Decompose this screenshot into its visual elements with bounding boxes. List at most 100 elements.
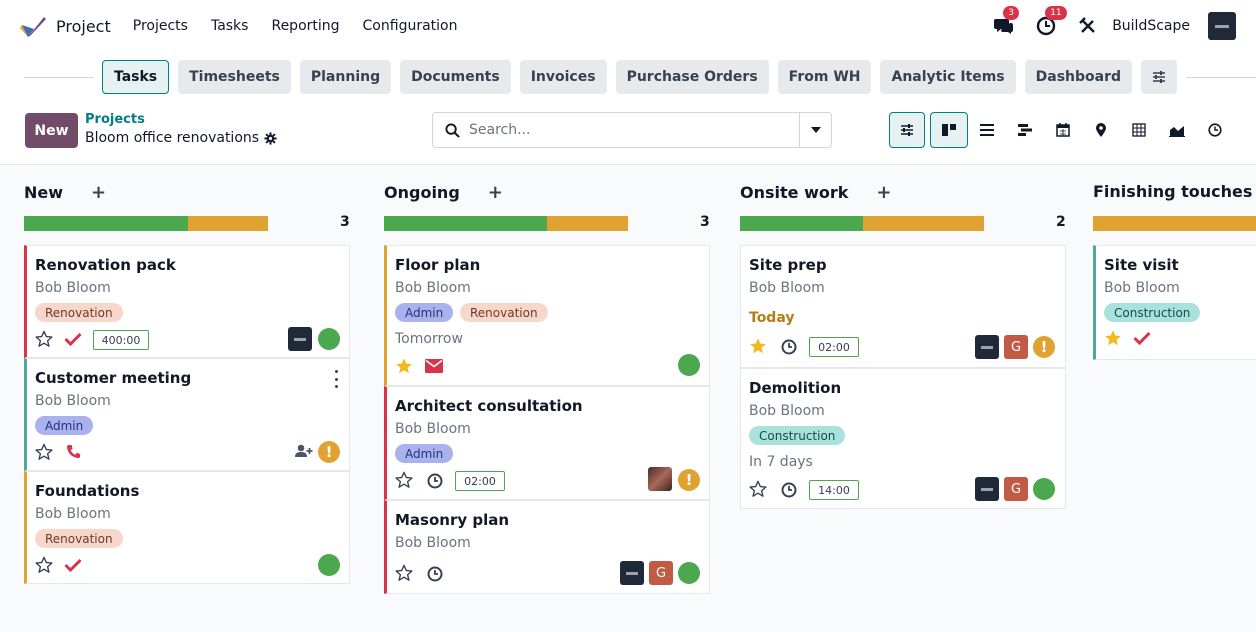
column-progress-bar[interactable] [740, 216, 984, 231]
tab-dashboard[interactable]: Dashboard [1024, 60, 1133, 94]
search-options-toggle[interactable] [799, 113, 831, 147]
deadline-badge[interactable]: 400:00 [93, 330, 149, 350]
progress-in-progress[interactable] [863, 216, 984, 231]
status-blocked-icon[interactable]: ! [678, 469, 700, 491]
quick-create-button[interactable]: + [91, 182, 106, 203]
new-button[interactable]: New [25, 113, 78, 148]
menu-tasks[interactable]: Tasks [211, 18, 249, 34]
check-icon[interactable] [64, 332, 82, 346]
filters-toggle[interactable] [889, 112, 925, 148]
clock-icon[interactable] [781, 339, 797, 355]
gantt-view-button[interactable] [1006, 112, 1044, 148]
company-avatar[interactable] [620, 561, 644, 585]
task-card[interactable]: Masonry plan Bob Bloom G [384, 500, 710, 594]
column-progress-bar[interactable] [1093, 216, 1256, 231]
app-name[interactable]: Project [56, 17, 111, 36]
task-card[interactable]: Renovation pack Bob Bloom Renovation 400… [24, 245, 350, 358]
status-blocked-icon[interactable]: ! [318, 441, 340, 463]
star-filled-icon[interactable] [1104, 329, 1122, 347]
tab-purchase-orders[interactable]: Purchase Orders [615, 60, 769, 94]
map-view-button[interactable] [1082, 112, 1120, 148]
company-name[interactable]: BuildScape [1112, 18, 1190, 34]
menu-configuration[interactable]: Configuration [363, 18, 458, 34]
progress-in-progress[interactable] [188, 216, 268, 231]
clock-icon[interactable] [427, 473, 443, 489]
star-icon[interactable] [749, 480, 767, 498]
menu-projects[interactable]: Projects [133, 18, 188, 34]
breadcrumb-projects[interactable]: Projects [85, 112, 145, 127]
company-avatar[interactable] [975, 335, 999, 359]
status-in-progress-icon[interactable] [318, 554, 340, 576]
deadline-badge[interactable]: 14:00 [809, 480, 859, 500]
company-avatar[interactable] [975, 477, 999, 501]
user-avatar-letter[interactable]: G [1004, 335, 1028, 359]
tab-timesheets[interactable]: Timesheets [178, 60, 291, 94]
pivot-view-button[interactable] [1120, 112, 1158, 148]
task-card[interactable]: Foundations Bob Bloom Renovation [24, 471, 350, 584]
gear-icon[interactable] [264, 131, 277, 145]
clock-icon[interactable] [781, 482, 797, 498]
progress-done[interactable] [740, 216, 863, 231]
tab-from-wh[interactable]: From WH [777, 60, 872, 94]
status-in-progress-icon[interactable] [1033, 478, 1055, 500]
column-progress-bar[interactable] [24, 216, 268, 231]
star-icon[interactable] [35, 443, 53, 461]
user-avatar[interactable] [1208, 12, 1236, 40]
tab-tasks[interactable]: Tasks [101, 60, 170, 94]
messages-button[interactable]: 3 [992, 6, 1019, 38]
task-card[interactable]: Floor plan Bob Bloom Admin Renovation To… [384, 245, 710, 386]
column-progress-bar[interactable] [384, 216, 628, 231]
phone-icon[interactable] [66, 444, 81, 459]
column-title[interactable]: Finishing touches [1093, 182, 1252, 201]
check-icon[interactable] [64, 558, 82, 572]
activities-button[interactable]: 11 [1034, 6, 1067, 38]
menu-reporting[interactable]: Reporting [271, 18, 339, 34]
star-filled-icon[interactable] [395, 357, 413, 375]
list-view-button[interactable] [968, 112, 1006, 148]
user-avatar-letter[interactable]: G [1004, 477, 1028, 501]
status-in-progress-icon[interactable] [678, 562, 700, 584]
progress-done[interactable] [384, 216, 547, 231]
envelope-icon[interactable] [425, 359, 443, 373]
search-bar[interactable]: Search... [432, 112, 832, 148]
star-filled-icon[interactable] [749, 337, 767, 355]
kanban-view-button[interactable] [930, 112, 968, 148]
card-menu-icon[interactable] [331, 370, 341, 388]
tab-analytic-items[interactable]: Analytic Items [880, 60, 1016, 94]
search-input[interactable]: Search... [469, 122, 530, 138]
status-in-progress-icon[interactable] [318, 328, 340, 350]
check-icon[interactable] [1133, 331, 1151, 345]
user-avatar[interactable] [648, 467, 672, 491]
star-icon[interactable] [35, 556, 53, 574]
task-card[interactable]: Architect consultation Bob Bloom Admin 0… [384, 386, 710, 500]
progress-done[interactable] [24, 216, 188, 231]
column-title[interactable]: Onsite work [740, 183, 848, 202]
task-card[interactable]: Customer meeting Bob Bloom Admin ! [24, 358, 350, 471]
debug-tools-button[interactable] [1076, 14, 1100, 38]
deadline-badge[interactable]: 02:00 [809, 337, 859, 357]
star-icon[interactable] [395, 471, 413, 489]
company-avatar[interactable] [288, 327, 312, 351]
status-blocked-icon[interactable]: ! [1033, 336, 1055, 358]
task-card[interactable]: Demolition Bob Bloom Construction In 7 d… [740, 368, 1066, 509]
tab-planning[interactable]: Planning [299, 60, 392, 94]
column-title[interactable]: New [24, 183, 63, 202]
tab-invoices[interactable]: Invoices [519, 60, 607, 94]
tab-documents[interactable]: Documents [400, 60, 511, 94]
star-icon[interactable] [35, 330, 53, 348]
quick-create-button[interactable]: + [488, 182, 503, 203]
add-assignee-icon[interactable] [295, 444, 313, 458]
column-title[interactable]: Ongoing [384, 183, 460, 202]
calendar-view-button[interactable] [1044, 112, 1082, 148]
app-logo-icon[interactable] [20, 13, 46, 39]
deadline-badge[interactable]: 02:00 [455, 471, 505, 491]
quick-create-button[interactable]: + [876, 182, 891, 203]
graph-view-button[interactable] [1158, 112, 1196, 148]
clock-icon[interactable] [427, 566, 443, 582]
progress-in-progress[interactable] [1093, 216, 1256, 231]
star-icon[interactable] [395, 564, 413, 582]
tab-more[interactable] [1141, 60, 1178, 94]
activity-view-button[interactable] [1196, 112, 1234, 148]
status-in-progress-icon[interactable] [678, 354, 700, 376]
task-card[interactable]: Site visit Bob Bloom Construction [1093, 245, 1256, 360]
